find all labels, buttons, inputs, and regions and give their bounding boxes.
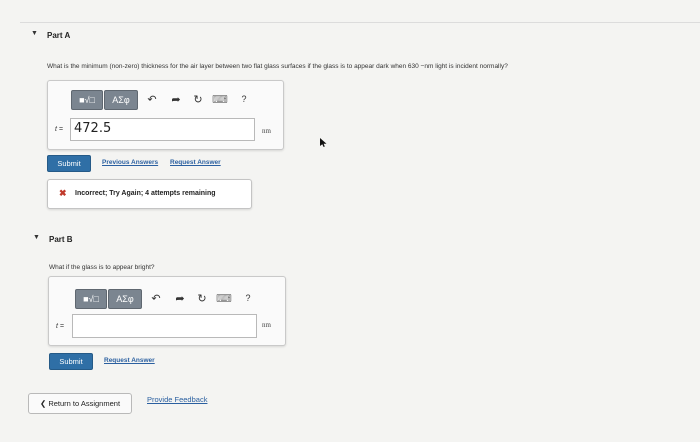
part-a-collapse-caret-icon[interactable]: ▼ — [31, 30, 38, 37]
keyboard-icon[interactable]: ⌨ — [212, 91, 228, 107]
help-icon[interactable]: ? — [237, 91, 251, 107]
part-a-question: What is the minimum (non-zero) thickness… — [47, 63, 508, 70]
help-icon[interactable]: ? — [241, 290, 255, 306]
part-a-header[interactable]: Part A — [47, 31, 70, 40]
part-b-unit: nm — [262, 321, 271, 329]
part-a-variable-label: t = — [55, 126, 63, 133]
undo-icon[interactable]: ↶ — [149, 290, 163, 306]
reset-icon[interactable]: ↻ — [195, 290, 209, 306]
part-b-collapse-caret-icon[interactable]: ▼ — [33, 234, 40, 241]
previous-answers-link[interactable]: Previous Answers — [102, 159, 158, 166]
part-b-request-answer-link[interactable]: Request Answer — [104, 357, 155, 364]
part-b-variable-label: t = — [56, 323, 64, 330]
part-b-answer-input[interactable] — [72, 314, 257, 338]
template-button[interactable]: ■√□ — [75, 289, 107, 309]
return-to-assignment-button[interactable]: ❮ Return to Assignment — [28, 393, 132, 414]
part-a-answer-value: 472.5 — [74, 121, 112, 136]
template-button[interactable]: ■√□ — [71, 90, 103, 110]
incorrect-feedback-text: Incorrect; Try Again; 4 attempts remaini… — [75, 190, 216, 197]
redo-icon[interactable]: ➦ — [169, 91, 183, 107]
part-a-toolbar: ■√□ AΣφ ↶ ➦ ↻ ⌨ ? — [71, 90, 271, 110]
part-b-toolbar: ■√□ AΣφ ↶ ➦ ↻ ⌨ ? — [75, 289, 275, 309]
part-a-feedback-box: ✖ Incorrect; Try Again; 4 attempts remai… — [47, 179, 252, 209]
symbols-button[interactable]: AΣφ — [108, 289, 142, 309]
part-b-question: What if the glass is to appear bright? — [49, 264, 155, 271]
undo-icon[interactable]: ↶ — [145, 91, 159, 107]
part-a-request-answer-link[interactable]: Request Answer — [170, 159, 221, 166]
redo-icon[interactable]: ➦ — [173, 290, 187, 306]
incorrect-x-icon: ✖ — [59, 188, 67, 198]
symbols-button[interactable]: AΣφ — [104, 90, 138, 110]
keyboard-icon[interactable]: ⌨ — [216, 290, 232, 306]
reset-icon[interactable]: ↻ — [191, 91, 205, 107]
top-divider — [20, 22, 700, 23]
part-a-submit-button[interactable]: Submit — [47, 155, 91, 172]
part-a-unit: nm — [262, 127, 271, 135]
provide-feedback-link[interactable]: Provide Feedback — [147, 395, 207, 404]
part-b-submit-button[interactable]: Submit — [49, 353, 93, 370]
part-b-header[interactable]: Part B — [49, 235, 73, 244]
part-a-answer-input[interactable]: 472.5 — [70, 118, 255, 141]
